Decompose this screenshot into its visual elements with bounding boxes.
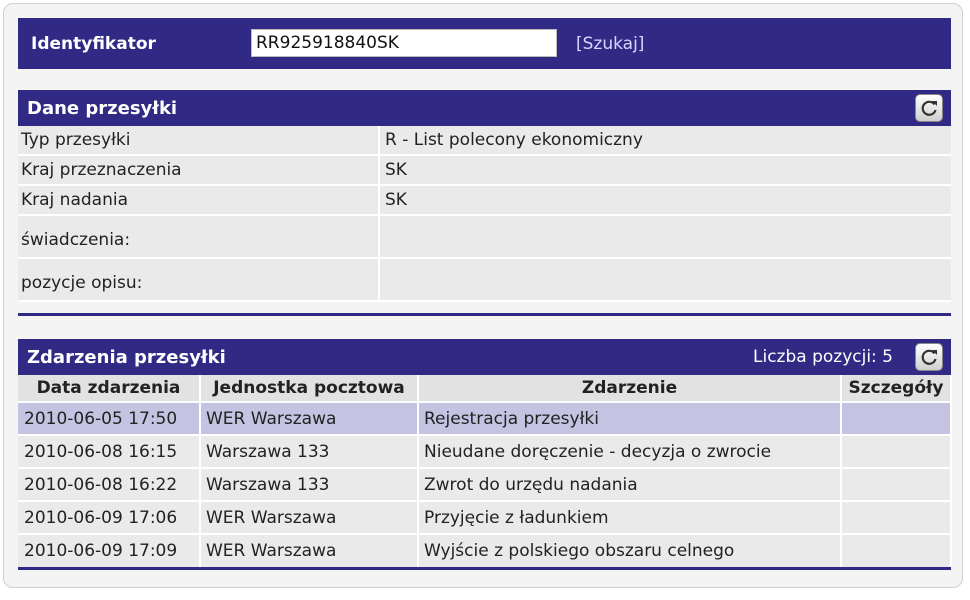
search-link[interactable]: [Szukaj] [576,34,644,54]
details-header: Dane przesyłki [18,90,951,126]
event-date: 2010-06-08 16:22 [18,467,201,501]
details-label: świadczenia: [18,216,380,257]
details-row: Kraj nadania SK [18,186,951,216]
events-divider [18,567,951,570]
details-label: pozycje opisu: [18,259,380,300]
details-refresh-button[interactable] [915,94,943,122]
event-date: 2010-06-09 17:09 [18,533,201,567]
event-description: Przyjęcie z ładunkiem [418,500,842,534]
details-label: Kraj przeznaczenia [18,156,380,184]
details-title: Dane przesyłki [27,98,178,119]
column-header-date: Data zdarzenia [18,375,201,402]
table-row[interactable]: 2010-06-08 16:22 Warszawa 133 Zwrot do u… [18,467,952,501]
event-date: 2010-06-08 16:15 [18,434,201,468]
details-label: Typ przesyłki [18,126,380,154]
details-value [380,259,951,300]
details-row: pozycje opisu: [18,259,951,302]
column-header-event: Zdarzenie [418,375,842,402]
events-title: Zdarzenia przesyłki [27,347,226,368]
event-description: Rejestracja przesyłki [418,401,842,435]
event-details [841,401,952,435]
details-value: SK [385,160,407,180]
event-office: WER Warszawa [200,500,419,534]
details-value: R - List polecony ekonomiczny [385,130,643,150]
identifier-label: Identyfikator [31,34,156,54]
event-details [841,467,952,501]
details-value: SK [385,190,407,210]
events-refresh-button[interactable] [915,343,943,371]
event-details [841,500,952,534]
table-row[interactable]: 2010-06-09 17:09 WER Warszawa Wyjście z … [18,533,952,567]
details-row: Kraj przeznaczenia SK [18,156,951,186]
event-office: WER Warszawa [200,533,419,567]
events-header: Zdarzenia przesyłki Liczba pozycji: 5 [18,339,951,375]
details-table: Typ przesyłki R - List polecony ekonomic… [18,126,951,302]
column-header-details: Szczegóły [841,375,952,402]
events-table: Data zdarzenia Jednostka pocztowa Zdarze… [18,375,952,567]
event-description: Nieudane doręczenie - decyzja o zwrocie [418,434,842,468]
event-details [841,434,952,468]
table-row[interactable]: 2010-06-08 16:15 Warszawa 133 Nieudane d… [18,434,952,468]
table-row[interactable]: 2010-06-05 17:50 WER Warszawa Rejestracj… [18,401,952,435]
search-bar: Identyfikator [Szukaj] [18,18,951,69]
events-header-row: Data zdarzenia Jednostka pocztowa Zdarze… [18,375,952,402]
column-header-office: Jednostka pocztowa [200,375,419,402]
event-office: Warszawa 133 [200,467,419,501]
events-count: Liczba pozycji: 5 [753,347,893,367]
refresh-icon [921,349,937,365]
event-details [841,533,952,567]
event-date: 2010-06-09 17:06 [18,500,201,534]
event-description: Zwrot do urzędu nadania [418,467,842,501]
event-description: Wyjście z polskiego obszaru celnego [418,533,842,567]
details-row: Typ przesyłki R - List polecony ekonomic… [18,126,951,156]
details-value [380,216,951,257]
event-date: 2010-06-05 17:50 [18,401,201,435]
details-divider [18,313,951,316]
identifier-input[interactable] [251,29,557,57]
event-office: Warszawa 133 [200,434,419,468]
event-office: WER Warszawa [200,401,419,435]
refresh-icon [921,100,937,116]
details-row: świadczenia: [18,216,951,259]
table-row[interactable]: 2010-06-09 17:06 WER Warszawa Przyjęcie … [18,500,952,534]
details-label: Kraj nadania [18,186,380,214]
